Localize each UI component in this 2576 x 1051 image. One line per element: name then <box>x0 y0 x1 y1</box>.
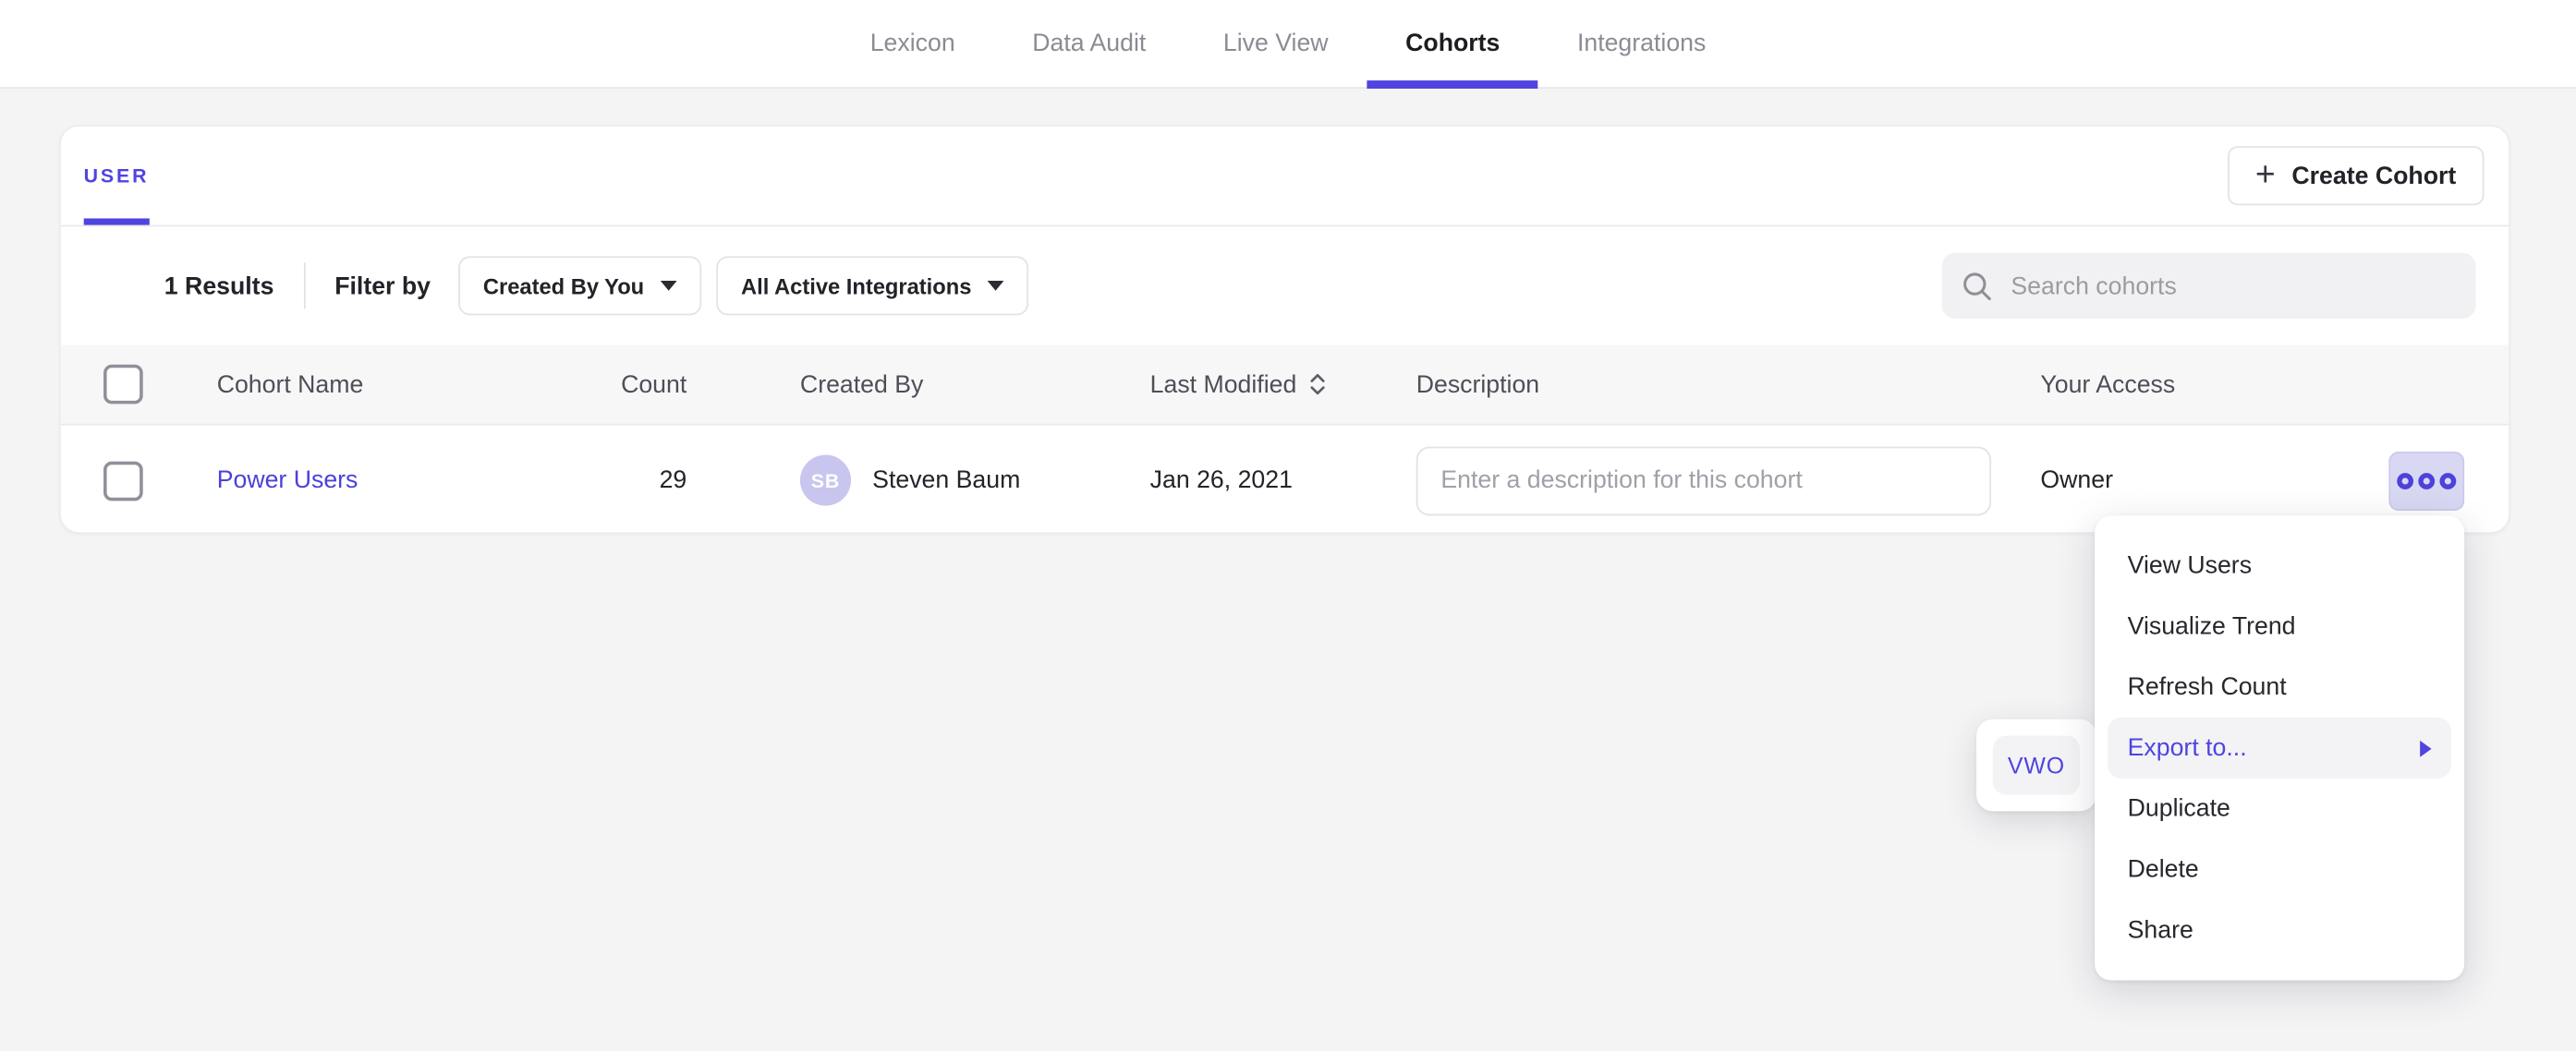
search-cohorts-input[interactable] <box>2008 270 2456 301</box>
create-cohort-button[interactable]: + Create Cohort <box>2228 146 2485 205</box>
menu-item-view-users[interactable]: View Users <box>2095 536 2464 597</box>
menu-item-delete[interactable]: Delete <box>2095 840 2464 900</box>
tab-lexicon[interactable]: Lexicon <box>870 0 955 87</box>
menu-item-export-to[interactable]: Export to... <box>2108 718 2451 779</box>
results-count: 1 Results <box>164 272 274 299</box>
submenu-arrow-icon <box>2420 740 2431 756</box>
created-by-dropdown-label: Created By You <box>483 273 644 298</box>
create-cohort-label: Create Cohort <box>2291 162 2456 189</box>
plus-icon: + <box>2255 157 2276 191</box>
column-header-cohort-name: Cohort Name <box>217 370 589 398</box>
export-to-label: Export to... <box>2128 734 2247 762</box>
menu-item-refresh-count[interactable]: Refresh Count <box>2095 657 2464 718</box>
top-navigation: Lexicon Data Audit Live View Cohorts Int… <box>0 0 2576 89</box>
more-options-icon <box>2397 472 2413 489</box>
more-options-icon <box>2439 472 2456 489</box>
select-all-checkbox[interactable] <box>103 365 143 405</box>
description-input[interactable] <box>1416 446 1991 515</box>
integrations-dropdown-label: All Active Integrations <box>741 273 971 298</box>
column-header-your-access: Your Access <box>2040 370 2388 398</box>
cohorts-card: USER + Create Cohort 1 Results Filter by… <box>59 125 2510 534</box>
row-checkbox[interactable] <box>103 461 143 501</box>
created-by-dropdown[interactable]: Created By You <box>458 256 701 315</box>
tab-integrations[interactable]: Integrations <box>1577 0 1706 87</box>
menu-item-share[interactable]: Share <box>2095 900 2464 960</box>
caret-down-icon <box>661 281 677 291</box>
row-context-menu: View Users Visualize Trend Refresh Count… <box>2095 515 2464 980</box>
column-header-created-by: Created By <box>687 370 1149 398</box>
tab-user[interactable]: USER <box>84 127 150 225</box>
menu-item-visualize-trend[interactable]: Visualize Trend <box>2095 596 2464 657</box>
access-value: Owner <box>2040 466 2388 494</box>
filter-row: 1 Results Filter by Created By You All A… <box>61 226 2509 344</box>
search-cohorts-box[interactable] <box>1942 253 2476 319</box>
export-submenu: VWO <box>1976 719 2096 812</box>
more-options-icon <box>2418 472 2435 489</box>
column-header-description: Description <box>1416 370 2041 398</box>
integrations-dropdown[interactable]: All Active Integrations <box>716 256 1028 315</box>
tab-live-view[interactable]: Live View <box>1223 0 1329 87</box>
vertical-divider <box>303 262 305 308</box>
column-header-count: Count <box>589 370 687 398</box>
submenu-item-vwo[interactable]: VWO <box>1993 736 2080 795</box>
card-tab-strip: USER + Create Cohort <box>61 127 2509 226</box>
search-icon <box>1962 270 1993 301</box>
cohorts-page: Lexicon Data Audit Live View Cohorts Int… <box>0 0 2576 1051</box>
last-modified-value: Jan 26, 2021 <box>1150 466 1416 494</box>
row-options-button[interactable] <box>2388 451 2464 510</box>
tab-data-audit[interactable]: Data Audit <box>1032 0 1146 87</box>
cohort-count: 29 <box>589 466 687 494</box>
cohort-name-link[interactable]: Power Users <box>217 466 358 494</box>
table-header: Cohort Name Count Created By Last Modifi… <box>61 344 2509 425</box>
creator-name: Steven Baum <box>872 466 1020 494</box>
tab-cohorts[interactable]: Cohorts <box>1405 0 1500 87</box>
caret-down-icon <box>988 281 1004 291</box>
avatar: SB <box>800 455 851 506</box>
sort-icon <box>1308 371 1328 397</box>
menu-item-duplicate[interactable]: Duplicate <box>2095 779 2464 840</box>
last-modified-label: Last Modified <box>1150 370 1297 398</box>
column-header-last-modified[interactable]: Last Modified <box>1150 370 1416 398</box>
filter-by-label: Filter by <box>334 272 431 299</box>
